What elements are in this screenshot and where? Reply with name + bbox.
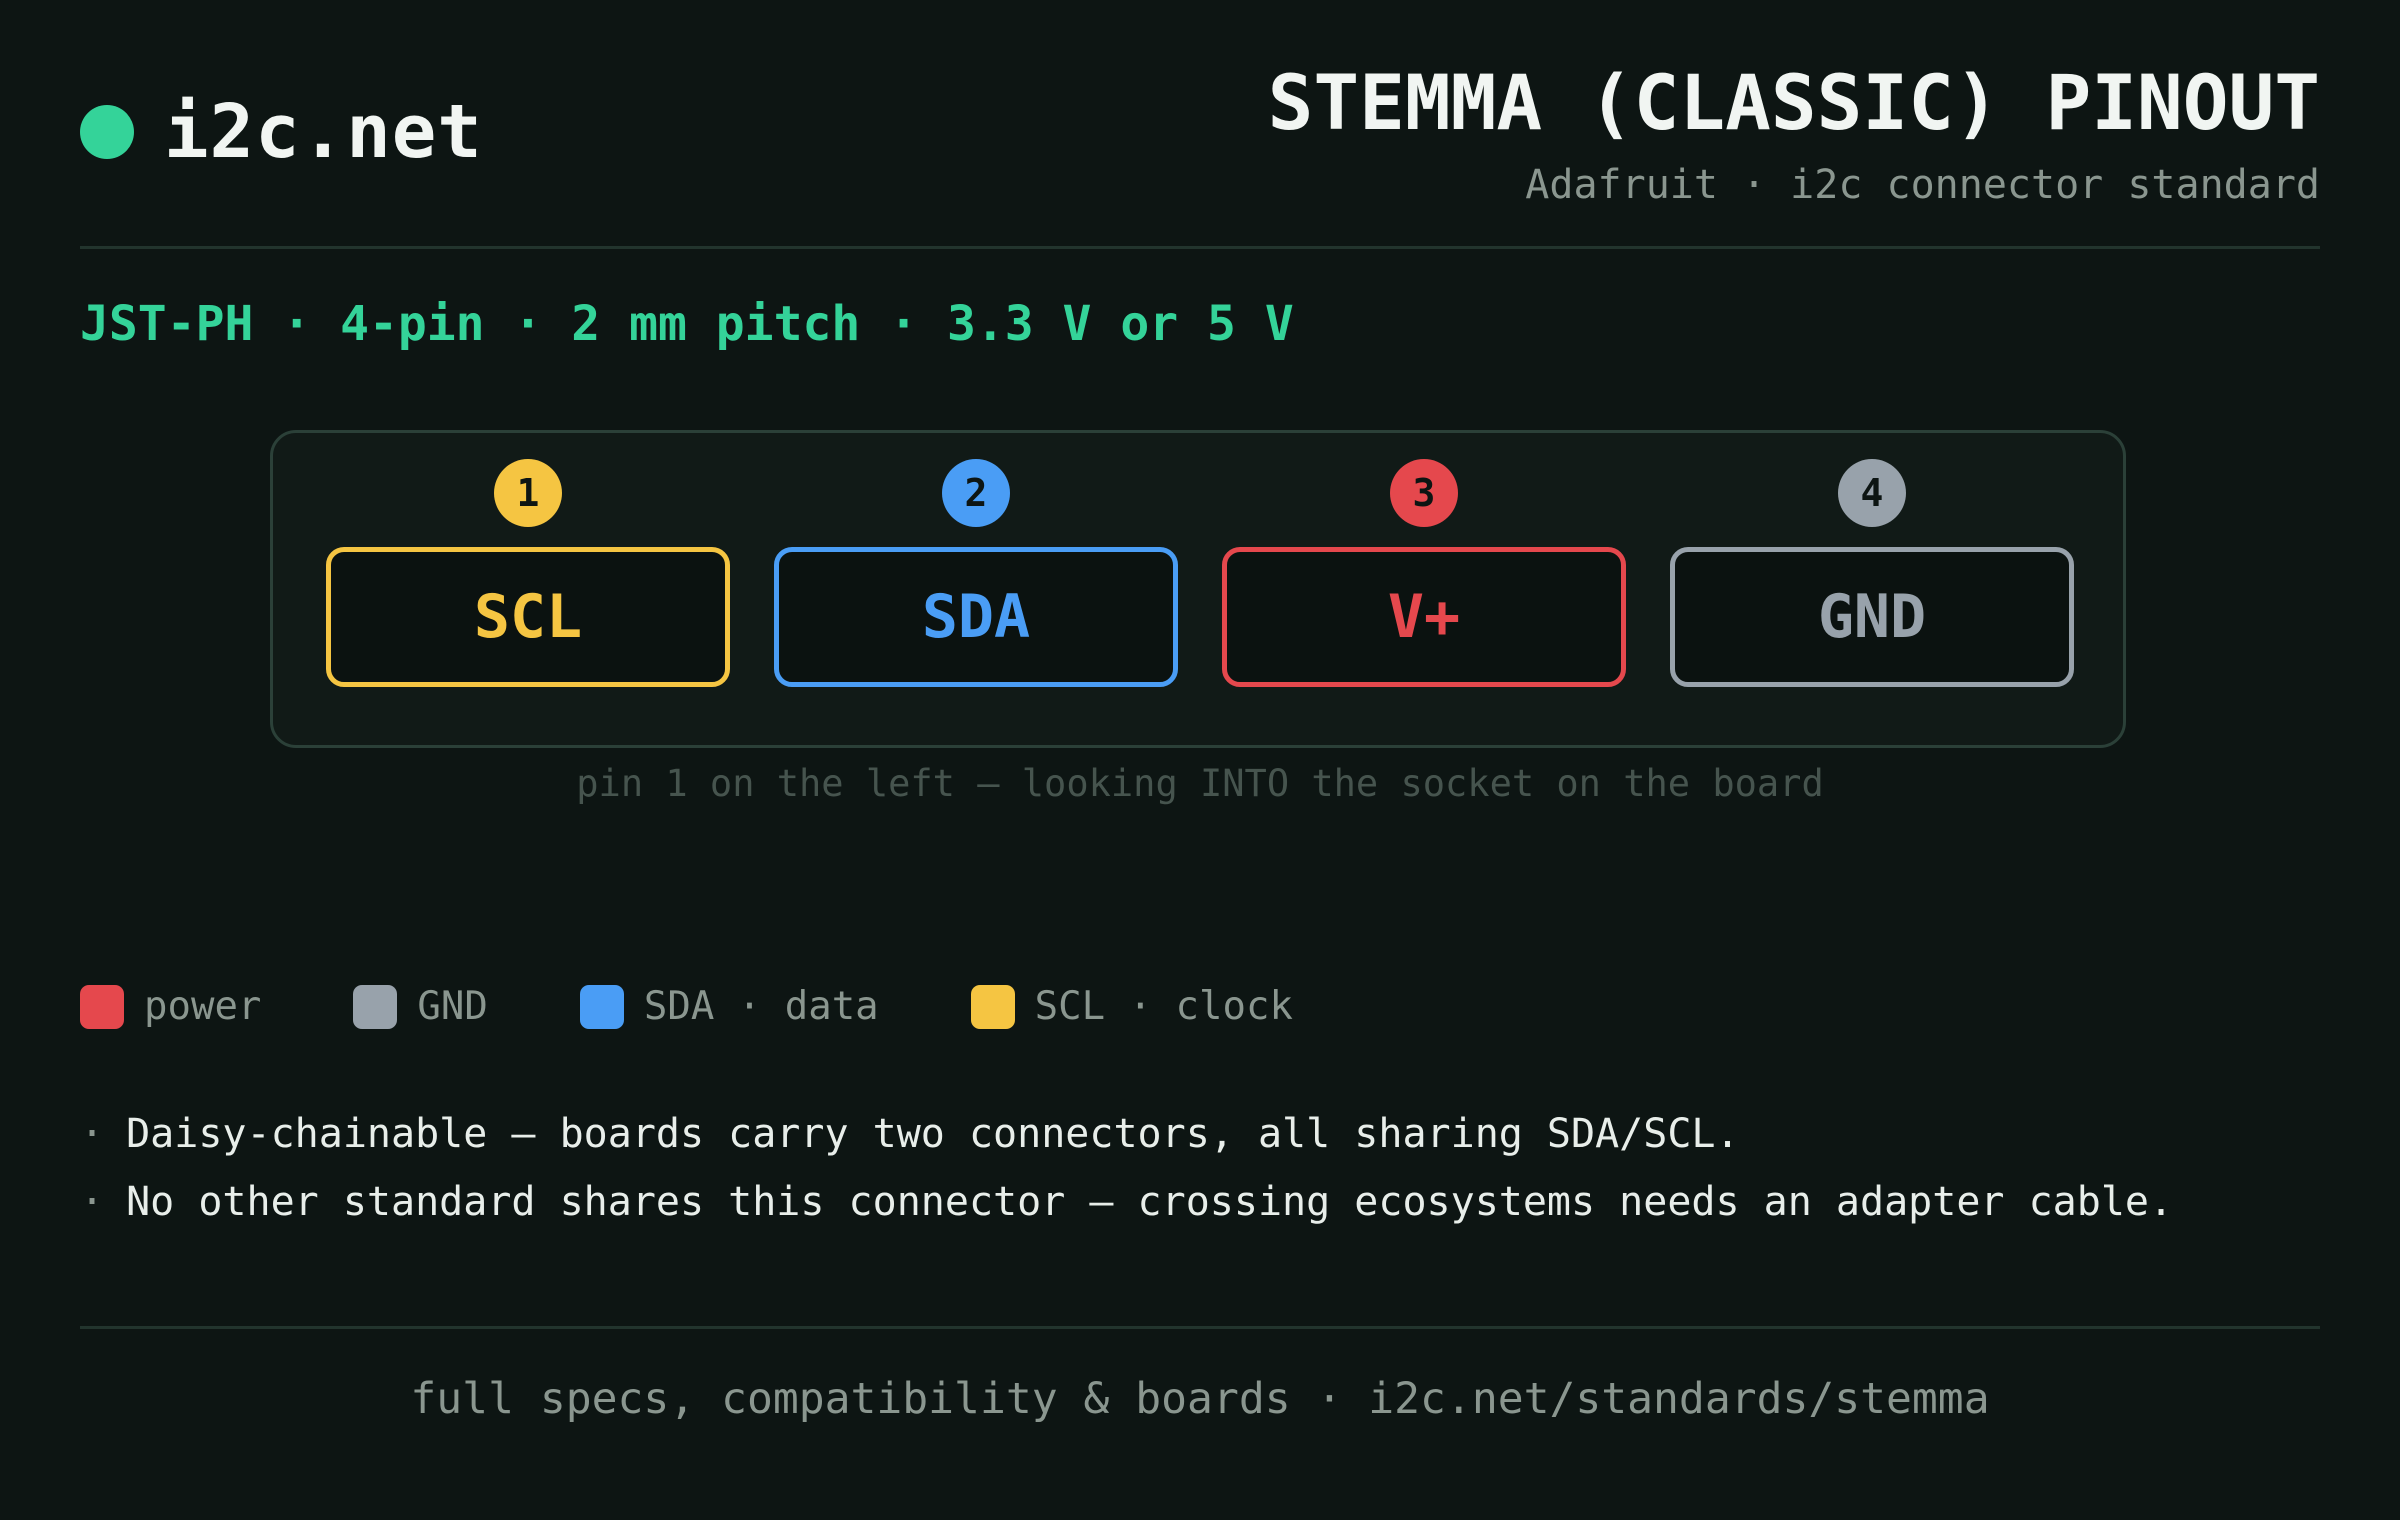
bullet-icon: · — [80, 1179, 105, 1225]
legend-item-power: power — [80, 984, 261, 1029]
pin-label-box: SCL — [326, 547, 730, 687]
notes-list: · Daisy-chainable — boards carry two conn… — [80, 1105, 2173, 1241]
pin-number: 3 — [1390, 459, 1458, 527]
header-divider — [80, 246, 2320, 249]
bullet-icon: · — [80, 1111, 105, 1157]
legend-label: GND — [417, 984, 488, 1029]
legend-swatch — [80, 984, 124, 1029]
brand-name: i2c.net — [164, 89, 483, 175]
legend-swatch — [579, 984, 624, 1029]
legend-swatch — [353, 984, 398, 1029]
pin-number: 4 — [1838, 459, 1906, 527]
spec-line: JST-PH · 4-pin · 2 mm pitch · 3.3 V or 5… — [80, 296, 1294, 352]
legend-item-sda: SDA · data — [579, 984, 879, 1029]
connector-diagram: 1 SCL 2 SDA 3 V+ 4 GND — [270, 430, 2126, 748]
page-title: STEMMA (CLASSIC) PINOUT — [1267, 58, 2320, 147]
note-item: · No other standard shares this connector… — [80, 1173, 2173, 1241]
legend-item-gnd: GND — [353, 984, 488, 1029]
pin-label-box: GND — [1670, 547, 2074, 687]
legend-label: SDA · data — [643, 984, 879, 1029]
footer-link[interactable]: full specs, compatibility & boards · i2c… — [0, 1374, 2400, 1424]
pin-label-box: SDA — [774, 547, 1178, 687]
brand-dot-icon — [80, 105, 134, 159]
note-text: Daisy-chainable — boards carry two conne… — [126, 1111, 1740, 1157]
legend: power GND SDA · data SCL · clock — [80, 984, 1385, 1029]
legend-swatch — [970, 984, 1015, 1029]
pin-number: 1 — [494, 459, 562, 527]
legend-item-scl: SCL · clock — [970, 984, 1293, 1029]
pin-number: 2 — [942, 459, 1010, 527]
page-subtitle: Adafruit · i2c connector standard — [1525, 162, 2320, 208]
footer-divider — [80, 1326, 2320, 1329]
pin-label-box: V+ — [1222, 547, 1626, 687]
note-text: No other standard shares this connector … — [126, 1179, 2174, 1225]
legend-label: power — [144, 984, 262, 1029]
connector-caption: pin 1 on the left — looking INTO the soc… — [576, 762, 1824, 805]
legend-label: SCL · clock — [1034, 984, 1293, 1029]
brand: i2c.net — [80, 89, 483, 175]
note-item: · Daisy-chainable — boards carry two conn… — [80, 1105, 2173, 1173]
